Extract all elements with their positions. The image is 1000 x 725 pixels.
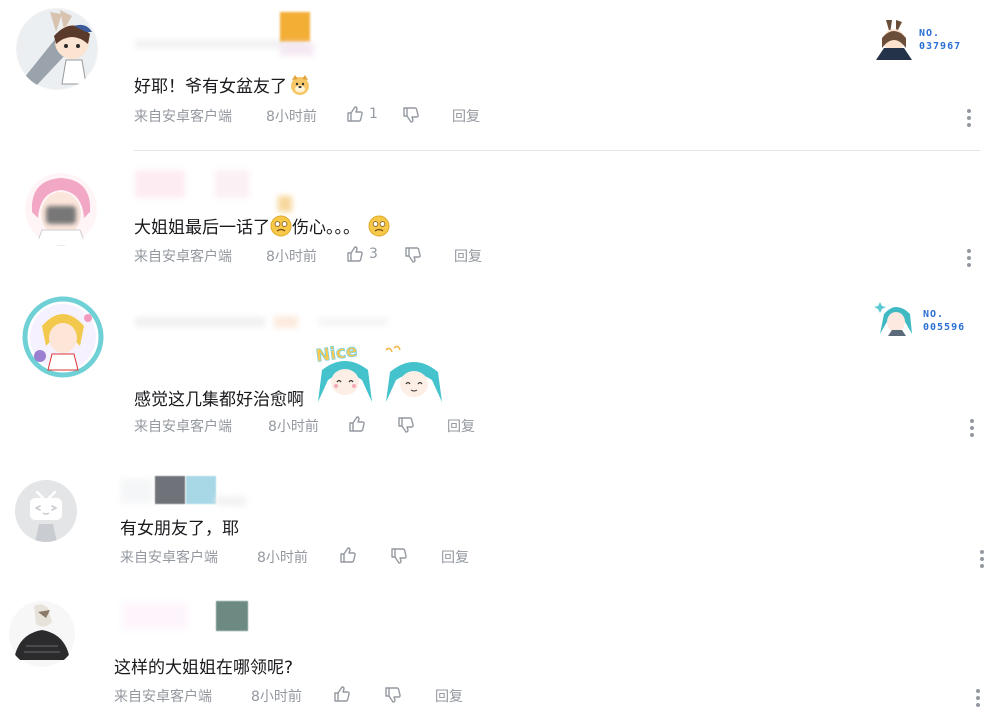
more-options-button[interactable] [980, 550, 984, 571]
comment-time: 8小时前 [268, 419, 319, 435]
comment-text: 有女朋友了，耶 [120, 519, 239, 539]
dislike-button[interactable] [404, 246, 422, 264]
decoration-blurred [216, 496, 246, 506]
comment-text: 感觉这几集都好治愈啊 [134, 390, 304, 410]
level-badge-blurred-2 [186, 476, 216, 504]
user-avatar[interactable] [8, 600, 76, 668]
comment-time: 8小时前 [251, 689, 302, 705]
dislike-button[interactable] [397, 416, 415, 434]
thumbs-down-icon [405, 247, 421, 263]
reply-button[interactable]: 回复 [441, 547, 469, 567]
fan-badge-number: NO. 037967 [919, 28, 962, 52]
thumbs-down-icon [403, 107, 419, 123]
user-avatar[interactable] [15, 480, 77, 542]
comment-time: 8小时前 [266, 249, 317, 265]
thumbs-up-icon [349, 416, 365, 432]
decoration-blurred [278, 196, 292, 212]
comment-text: 大姐姐最后一话了 伤心。。。 [134, 213, 390, 238]
like-button[interactable] [346, 245, 364, 263]
comment-time: 8小时前 [257, 550, 308, 566]
doge-emoji-icon [291, 75, 309, 95]
thumbs-down-icon [391, 548, 407, 564]
username-blurred[interactable] [135, 170, 185, 198]
like-button[interactable] [348, 415, 366, 433]
comment-source: 来自安卓客户端 [114, 689, 212, 705]
more-options-button[interactable] [967, 249, 971, 270]
sad-face-emoji-icon [368, 215, 390, 237]
comment-text: 这样的大姐姐在哪领呢? [114, 658, 294, 678]
thumbs-down-icon [385, 687, 401, 703]
thumbs-up-icon [347, 246, 363, 262]
level-badge-blurred [216, 601, 248, 631]
dislike-button[interactable] [390, 547, 408, 565]
thumbs-down-icon [398, 417, 414, 433]
fan-badge-number: NO. 005596 [923, 309, 966, 333]
fan-badge-character-icon [876, 20, 912, 60]
thumbs-up-icon [340, 547, 356, 563]
fan-badge: NO. 037967 [872, 18, 982, 60]
reply-button[interactable]: 回复 [452, 106, 480, 126]
comment-text: 好耶！爷有女盆友了 [134, 72, 311, 97]
miku-nice-sticker: Nice [312, 340, 378, 404]
thumbs-up-icon [334, 686, 350, 702]
thumbs-up-icon [347, 106, 363, 122]
level-badge-blurred [215, 170, 249, 198]
miku-smile-sticker [382, 344, 446, 404]
level-badge-blurred-shadow [280, 42, 314, 56]
username-blurred[interactable] [122, 602, 188, 630]
more-options-button[interactable] [976, 689, 980, 710]
decoration-blurred [318, 318, 388, 326]
comment-source: 来自安卓客户端 [134, 109, 232, 125]
username-blurred[interactable] [120, 478, 154, 504]
more-options-button[interactable] [970, 419, 974, 440]
comment-source: 来自安卓客户端 [120, 550, 218, 566]
reply-button[interactable]: 回复 [435, 686, 463, 706]
comment-divider [134, 150, 980, 151]
like-count: 3 [369, 246, 378, 262]
reply-button[interactable]: 回复 [454, 246, 482, 266]
like-button[interactable] [333, 685, 351, 703]
fan-badge-character-icon [874, 302, 912, 336]
dislike-button[interactable] [384, 686, 402, 704]
comment-time: 8小时前 [266, 109, 317, 125]
more-options-button[interactable] [967, 109, 971, 130]
username-blurred[interactable] [135, 317, 265, 327]
comment-source: 来自安卓客户端 [134, 419, 232, 435]
sad-face-emoji-icon [270, 215, 292, 237]
user-avatar[interactable] [16, 8, 98, 90]
reply-button[interactable]: 回复 [447, 416, 475, 436]
like-button[interactable] [346, 105, 364, 123]
comment-source: 来自安卓客户端 [134, 249, 232, 265]
user-avatar[interactable] [22, 296, 104, 378]
level-badge-blurred [274, 316, 298, 328]
level-badge-blurred [280, 12, 310, 42]
dislike-button[interactable] [402, 106, 420, 124]
fan-badge: NO. 005596 [874, 300, 984, 340]
like-count: 1 [369, 106, 378, 122]
like-button[interactable] [339, 546, 357, 564]
level-badge-blurred [155, 476, 185, 504]
user-avatar[interactable] [24, 172, 98, 246]
